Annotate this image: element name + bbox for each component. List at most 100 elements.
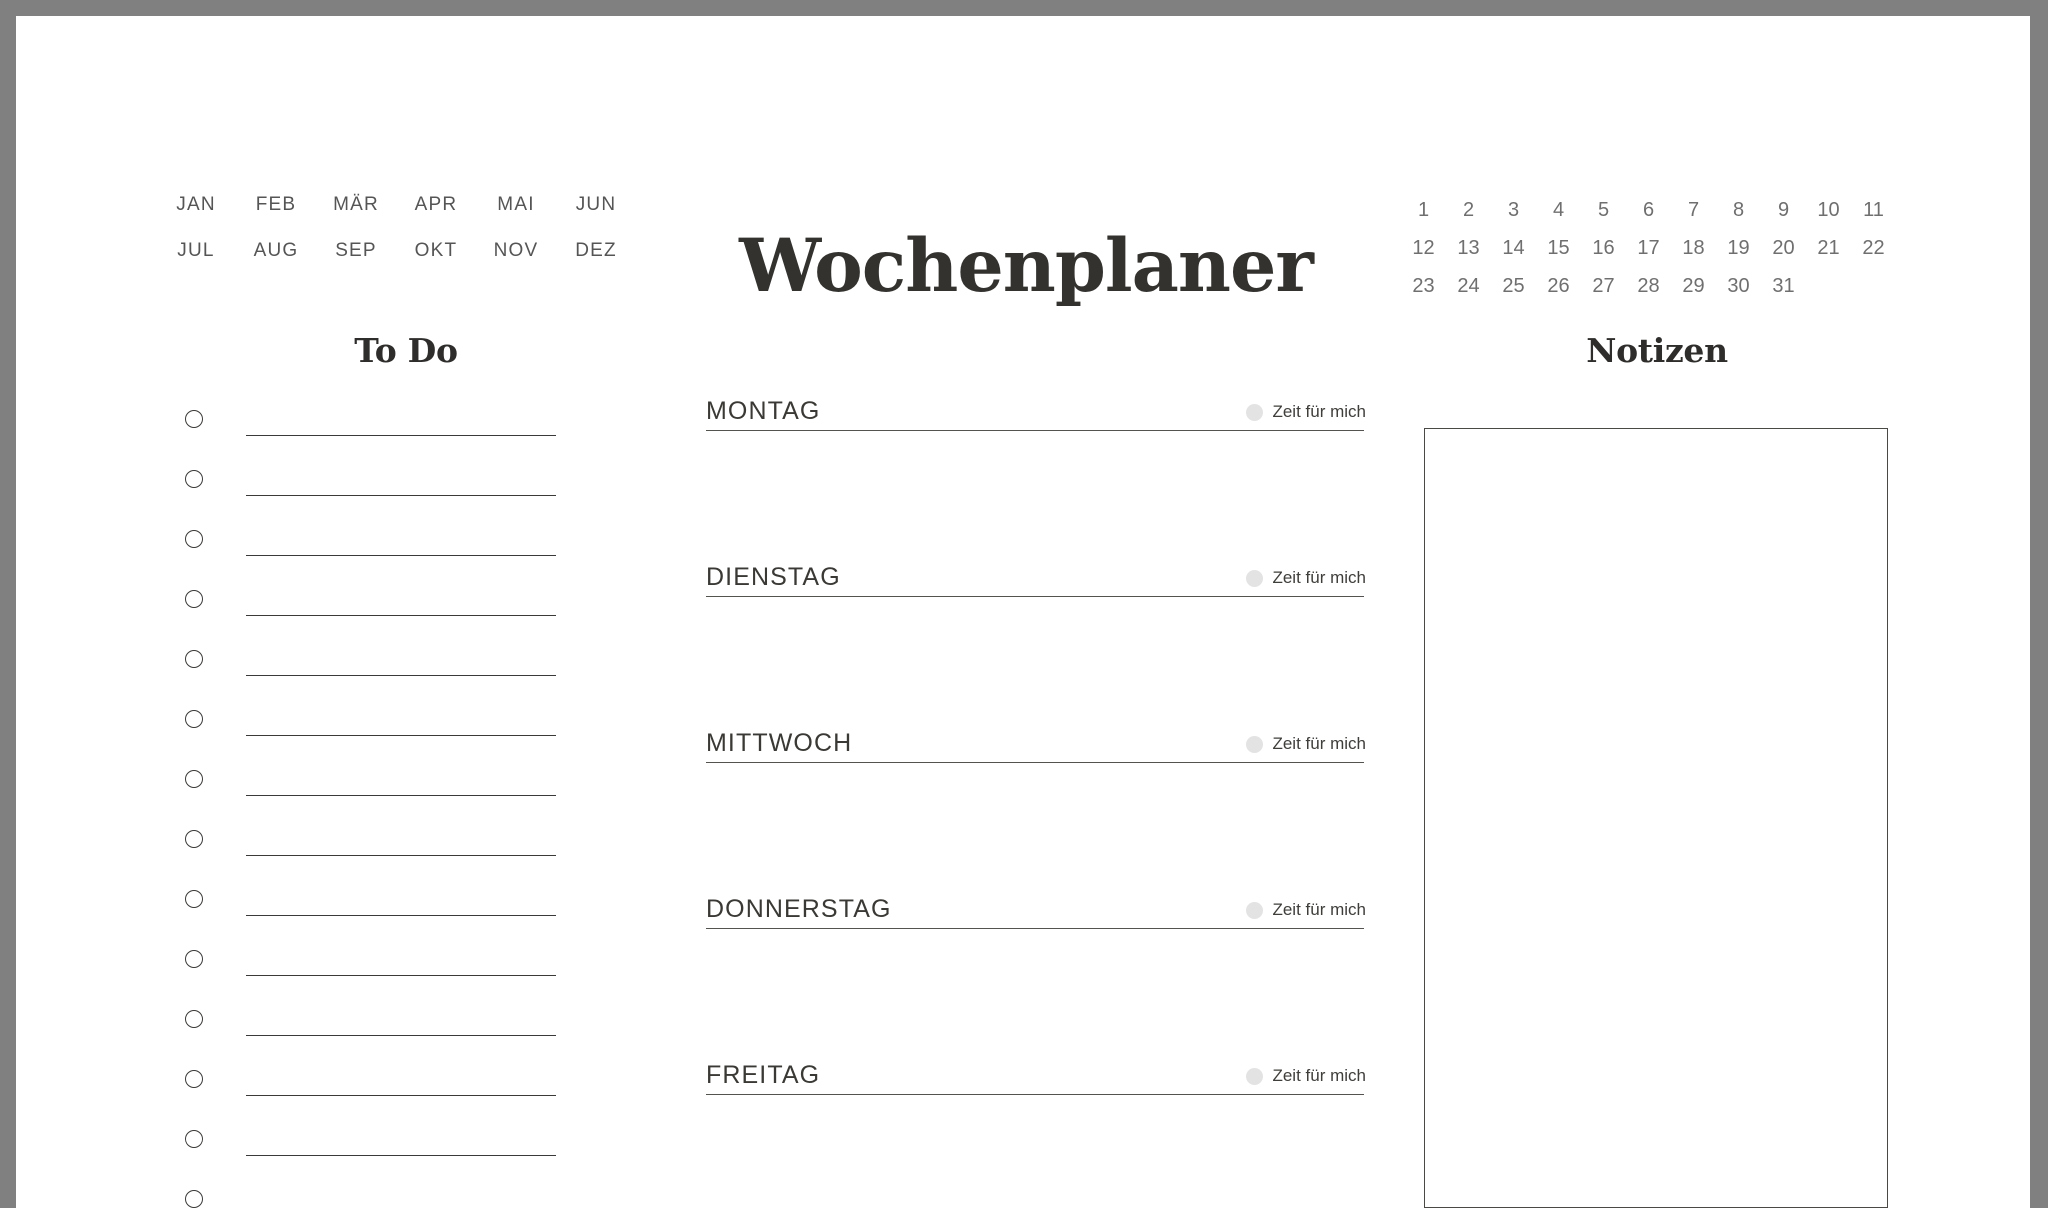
date-selector: 1 2 3 4 5 6 7 8 9 10 11 12 13 14 15 16 1…: [1401, 191, 1896, 305]
checkbox-circle-icon[interactable]: [185, 650, 203, 668]
checkbox-circle-icon[interactable]: [185, 590, 203, 608]
day-selfcare-label: Zeit für mich: [1272, 734, 1366, 753]
todo-write-line[interactable]: [246, 615, 556, 616]
date-12[interactable]: 12: [1401, 237, 1446, 260]
date-7[interactable]: 7: [1671, 199, 1716, 222]
month-row-second-half: JUL AUG SEP OKT NOV DEZ: [156, 240, 636, 262]
day-write-area[interactable]: [706, 930, 1364, 1044]
notes-section: Notizen: [1424, 334, 1890, 1208]
todo-write-line[interactable]: [246, 1095, 556, 1096]
todo-item: [156, 516, 656, 576]
circle-dot-icon[interactable]: [1246, 735, 1264, 753]
month-aug[interactable]: AUG: [236, 240, 316, 262]
checkbox-circle-icon[interactable]: [185, 770, 203, 788]
date-29[interactable]: 29: [1671, 275, 1716, 298]
date-27[interactable]: 27: [1581, 275, 1626, 298]
checkbox-circle-icon[interactable]: [185, 710, 203, 728]
day-selfcare-label: Zeit für mich: [1272, 402, 1366, 421]
date-19[interactable]: 19: [1716, 237, 1761, 260]
day-divider: [706, 928, 1364, 929]
month-okt[interactable]: OKT: [396, 240, 476, 262]
todo-write-line[interactable]: [246, 735, 556, 736]
date-21[interactable]: 21: [1806, 237, 1851, 260]
date-6[interactable]: 6: [1626, 199, 1671, 222]
checkbox-circle-icon[interactable]: [185, 830, 203, 848]
todo-write-line[interactable]: [246, 855, 556, 856]
date-1[interactable]: 1: [1401, 199, 1446, 222]
month-sep[interactable]: SEP: [316, 240, 396, 262]
day-write-area[interactable]: [706, 1096, 1364, 1208]
checkbox-circle-icon[interactable]: [185, 470, 203, 488]
todo-item: [156, 876, 656, 936]
date-4[interactable]: 4: [1536, 199, 1581, 222]
day-selfcare-tag[interactable]: Zeit für mich: [1246, 568, 1366, 588]
date-11[interactable]: 11: [1851, 199, 1896, 222]
date-28[interactable]: 28: [1626, 275, 1671, 298]
month-jan[interactable]: JAN: [156, 194, 236, 216]
date-17[interactable]: 17: [1626, 237, 1671, 260]
todo-write-line[interactable]: [246, 435, 556, 436]
checkbox-circle-icon[interactable]: [185, 1190, 203, 1208]
todo-write-line[interactable]: [246, 555, 556, 556]
todo-write-line[interactable]: [246, 915, 556, 916]
date-9[interactable]: 9: [1761, 199, 1806, 222]
date-30[interactable]: 30: [1716, 275, 1761, 298]
day-write-area[interactable]: [706, 764, 1364, 878]
checkbox-circle-icon[interactable]: [185, 1010, 203, 1028]
date-25[interactable]: 25: [1491, 275, 1536, 298]
date-24[interactable]: 24: [1446, 275, 1491, 298]
date-13[interactable]: 13: [1446, 237, 1491, 260]
circle-dot-icon[interactable]: [1246, 569, 1264, 587]
day-selfcare-tag[interactable]: Zeit für mich: [1246, 900, 1366, 920]
date-5[interactable]: 5: [1581, 199, 1626, 222]
date-8[interactable]: 8: [1716, 199, 1761, 222]
todo-item: [156, 1056, 656, 1116]
date-10[interactable]: 10: [1806, 199, 1851, 222]
todo-write-line[interactable]: [246, 675, 556, 676]
month-mai[interactable]: MAI: [476, 194, 556, 216]
day-selfcare-label: Zeit für mich: [1272, 900, 1366, 919]
checkbox-circle-icon[interactable]: [185, 1130, 203, 1148]
month-maer[interactable]: MÄR: [316, 194, 396, 216]
checkbox-circle-icon[interactable]: [185, 890, 203, 908]
page-header: JAN FEB MÄR APR MAI JUN JUL AUG SEP OKT …: [16, 16, 2030, 306]
checkbox-circle-icon[interactable]: [185, 1070, 203, 1088]
date-20[interactable]: 20: [1761, 237, 1806, 260]
day-selfcare-tag[interactable]: Zeit für mich: [1246, 1066, 1366, 1086]
date-18[interactable]: 18: [1671, 237, 1716, 260]
todo-write-line[interactable]: [246, 1035, 556, 1036]
circle-dot-icon[interactable]: [1246, 403, 1264, 421]
date-14[interactable]: 14: [1491, 237, 1536, 260]
month-nov[interactable]: NOV: [476, 240, 556, 262]
date-23[interactable]: 23: [1401, 275, 1446, 298]
day-divider: [706, 430, 1364, 431]
circle-dot-icon[interactable]: [1246, 1067, 1264, 1085]
checkbox-circle-icon[interactable]: [185, 950, 203, 968]
todo-write-line[interactable]: [246, 975, 556, 976]
checkbox-circle-icon[interactable]: [185, 530, 203, 548]
month-jun[interactable]: JUN: [556, 194, 636, 216]
date-26[interactable]: 26: [1536, 275, 1581, 298]
date-3[interactable]: 3: [1491, 199, 1536, 222]
checkbox-circle-icon[interactable]: [185, 410, 203, 428]
notes-input-area[interactable]: [1424, 428, 1888, 1208]
day-selfcare-tag[interactable]: Zeit für mich: [1246, 734, 1366, 754]
month-apr[interactable]: APR: [396, 194, 476, 216]
circle-dot-icon[interactable]: [1246, 901, 1264, 919]
day-header: MONTAG Zeit für mich: [706, 382, 1366, 430]
day-selfcare-tag[interactable]: Zeit für mich: [1246, 402, 1366, 422]
date-2[interactable]: 2: [1446, 199, 1491, 222]
day-write-area[interactable]: [706, 598, 1364, 712]
date-15[interactable]: 15: [1536, 237, 1581, 260]
day-write-area[interactable]: [706, 432, 1364, 546]
date-22[interactable]: 22: [1851, 237, 1896, 260]
todo-item: [156, 636, 656, 696]
todo-write-line[interactable]: [246, 1155, 556, 1156]
month-dez[interactable]: DEZ: [556, 240, 636, 262]
date-31[interactable]: 31: [1761, 275, 1806, 298]
todo-write-line[interactable]: [246, 795, 556, 796]
todo-write-line[interactable]: [246, 495, 556, 496]
date-16[interactable]: 16: [1581, 237, 1626, 260]
month-jul[interactable]: JUL: [156, 240, 236, 262]
month-feb[interactable]: FEB: [236, 194, 316, 216]
